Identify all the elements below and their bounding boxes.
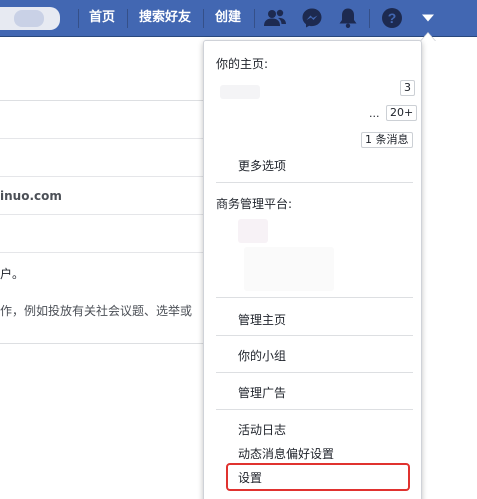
activity-log-link[interactable]: 活动日志 [238,421,286,438]
nav-separator [254,9,255,28]
nav-separator [78,9,79,28]
nav-create-link[interactable]: 创建 [215,9,241,27]
nav-separator [127,9,128,28]
manage-pages-link[interactable]: 管理主页 [238,311,286,328]
page-entry-thumbnail[interactable] [220,85,260,99]
business-manager-heading: 商务管理平台: [216,197,293,211]
page-notification-badge: 20+ [386,105,418,121]
svg-text:?: ? [388,10,397,26]
your-groups-link[interactable]: 你的小组 [238,347,286,364]
more-options-link[interactable]: 更多选项 [238,157,286,174]
page-message-badge: 1 条消息 [361,132,413,148]
messenger-icon[interactable] [299,5,325,31]
page-notification-badge: 3 [400,80,415,96]
ads-policy-text: 作，例如投放有关社会议题、选举或 [0,304,193,318]
nav-separator [203,9,204,28]
page-name-ellipsis: ... [369,107,380,120]
manage-ads-link[interactable]: 管理广告 [238,384,286,401]
friends-icon[interactable] [262,5,288,31]
dropdown-arrow-icon[interactable] [415,5,441,31]
dropdown-caret [420,32,436,41]
settings-highlight-box [226,463,410,491]
menu-divider [216,297,413,298]
news-feed-preferences-link[interactable]: 动态消息偏好设置 [238,445,334,462]
profile-shortcut[interactable] [0,7,60,30]
nav-home-link[interactable]: 首页 [89,9,115,27]
business-account-thumbnail[interactable] [244,247,334,291]
business-account-thumbnail[interactable] [238,219,268,243]
nav-separator [369,9,370,28]
help-icon[interactable]: ? [379,5,405,31]
nav-find-friends-link[interactable]: 搜索好友 [139,9,191,27]
menu-divider [216,409,413,410]
domain-text: inuo.com [0,189,62,203]
menu-divider [216,372,413,373]
account-text: 户。 [0,267,25,281]
your-pages-heading: 你的主页: [216,57,269,71]
account-dropdown-menu: 你的主页: 3 ... 20+ 1 条消息 更多选项 商务管理平台: 管理主页 … [203,40,422,499]
notifications-icon[interactable] [335,5,361,31]
menu-divider [216,335,413,336]
menu-divider [216,182,413,183]
top-navigation-bar: 首页 搜索好友 创建 ? [0,0,477,37]
